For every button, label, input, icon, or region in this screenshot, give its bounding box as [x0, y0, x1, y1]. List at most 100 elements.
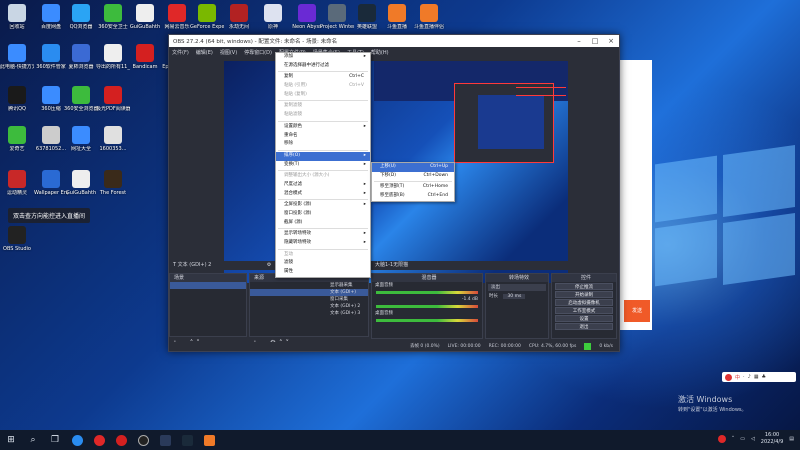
desktop-icon[interactable]: 爱奇艺	[0, 126, 34, 152]
send-button[interactable]: 发送	[624, 300, 650, 322]
menu-item[interactable]: 变换(T) ▸	[276, 161, 370, 170]
desktop-icon[interactable]: GuiGuBahth	[64, 170, 98, 196]
desktop-icon[interactable]: 腾讯QQ	[0, 86, 34, 112]
desktop-icon[interactable]: GuiGuBahth	[128, 4, 162, 30]
douyu-icon[interactable]	[198, 430, 220, 450]
menu-item[interactable]: 属性	[276, 268, 370, 277]
netease-music-icon[interactable]	[88, 430, 110, 450]
desktop-icon[interactable]: 360安全卫士	[96, 4, 130, 30]
app-icon	[72, 170, 90, 188]
task-view-icon[interactable]: ❐	[44, 430, 66, 450]
menu-item[interactable]: 滤镜	[276, 259, 370, 268]
duration-input[interactable]: 30 ms	[503, 294, 526, 299]
desktop-icon[interactable]: 英雄联盟	[350, 4, 384, 30]
menu-item[interactable]: 截屏 (源)	[276, 219, 370, 228]
edge-icon[interactable]	[66, 430, 88, 450]
desktop-icon[interactable]: 63781052...	[34, 126, 68, 152]
menu-file[interactable]: 文件(F)	[172, 49, 189, 56]
exit-button[interactable]: 退出	[555, 323, 613, 330]
desktop-icon[interactable]: 百度网盘	[34, 4, 68, 30]
source-item[interactable]: 文本 (GDI+) 2	[250, 303, 368, 310]
virtual-camera-button[interactable]: 启动虚拟摄像机	[555, 299, 613, 306]
menu-item[interactable]: 显示转场特效 ▸	[276, 230, 370, 239]
menu-item[interactable]: 隐藏转场特效 ▸	[276, 239, 370, 248]
menu-item[interactable]: 窗口投影 (源)	[276, 210, 370, 219]
desktop-icon[interactable]: 原神	[256, 4, 290, 30]
desktop-icon[interactable]: 网易云音乐	[160, 4, 194, 30]
menu-item[interactable]: 上移(U) Ctrl+Up	[372, 163, 454, 172]
desktop-icon[interactable]: Neon Abyss	[290, 4, 324, 30]
desktop-icon[interactable]: QQ浏览器	[64, 4, 98, 30]
menu-help[interactable]: 帮助(H)	[371, 49, 389, 56]
desktop-icon[interactable]: 斗鱼直播伴侣	[412, 4, 446, 30]
desktop-icon[interactable]: 夏柿浏览器	[64, 44, 98, 70]
desktop-icon[interactable]: OBS Studio	[0, 226, 34, 252]
bandicam-icon[interactable]	[110, 430, 132, 450]
clock[interactable]: 16:00 2022/4/9	[761, 432, 783, 446]
lol-icon[interactable]	[176, 430, 198, 450]
menu-item[interactable]: 复制 Ctrl+C	[276, 73, 370, 82]
menu-item[interactable]: 下移(D) Ctrl+Down	[372, 172, 454, 181]
steam-icon[interactable]	[154, 430, 176, 450]
desktop-icon[interactable]: 极光PDF阅读器	[96, 86, 130, 112]
settings-button[interactable]: 设置	[555, 315, 613, 322]
source-item[interactable]: 文本 (GDI+)	[250, 289, 368, 296]
menu-item[interactable]: 尺度过滤 ▸	[276, 181, 370, 190]
scene-item[interactable]	[170, 282, 246, 289]
close-icon[interactable]: ×	[603, 37, 619, 45]
start-button[interactable]: ⊞	[0, 430, 22, 450]
tray-app-icon[interactable]	[717, 435, 726, 443]
desktop-icon[interactable]: 360压缩	[34, 86, 68, 112]
menu-item[interactable]: 排序(O) ▸	[276, 151, 370, 161]
chevron-up-icon[interactable]: ˄	[732, 436, 735, 442]
obs-taskbar-icon[interactable]	[132, 430, 154, 450]
stop-streaming-button[interactable]: 停止推流	[555, 283, 613, 290]
maximize-icon[interactable]: □	[587, 37, 603, 45]
desktop-icon[interactable]: Project Winter	[320, 4, 354, 30]
search-icon[interactable]: ⌕	[22, 430, 44, 450]
ime-skin-icon[interactable]: ♣	[762, 374, 766, 380]
desktop-icon[interactable]: 斗鱼直播	[380, 4, 414, 30]
start-recording-button[interactable]: 开始录制	[555, 291, 613, 298]
menu-item[interactable]: 重命名	[276, 132, 370, 141]
menu-item[interactable]: 移至顶部(T) Ctrl+Home	[372, 183, 454, 192]
menu-item[interactable]: 混合模式 ▸	[276, 190, 370, 199]
minimize-icon[interactable]: –	[571, 37, 587, 45]
desktop-icon[interactable]: 1600353...	[96, 126, 130, 152]
keyboard-icon[interactable]: ▦	[754, 374, 759, 380]
ime-toolbar[interactable]: 中 · ♪ ▦ ♣	[722, 372, 796, 382]
desktop-icon[interactable]: 回收站	[0, 4, 34, 30]
desktop-icon[interactable]: 360安全浏览器	[64, 86, 98, 112]
desktop-icon[interactable]: Wallpaper Engine	[34, 170, 68, 196]
menu-item[interactable]: 添加 ▸	[276, 53, 370, 62]
desktop-icon[interactable]: 360软件管家	[34, 44, 68, 70]
menu-item[interactable]: 设置颜色 ▸	[276, 123, 370, 132]
gear-icon[interactable]: ⚙	[267, 262, 271, 268]
desktop-icon[interactable]: GeForce Experience	[190, 4, 224, 30]
desktop-icon[interactable]: The Forest	[96, 170, 130, 196]
menu-item[interactable]: 移至底部(B) Ctrl+End	[372, 192, 454, 201]
menu-view[interactable]: 视图(V)	[220, 49, 237, 56]
menu-item[interactable]: 在源选择器中进行过滤	[276, 62, 370, 71]
menu-edit[interactable]: 编辑(E)	[196, 49, 213, 56]
source-item[interactable]: 显示器采集	[250, 282, 368, 289]
desktop-icon[interactable]: 此电脑-快捷方式	[0, 44, 34, 70]
menu-item[interactable]: 移除	[276, 140, 370, 149]
studio-mode-button[interactable]: 工作室模式	[555, 307, 613, 314]
desktop-icon[interactable]: 逗动精灵	[0, 170, 34, 196]
desktop-icon[interactable]: 永劫无间	[222, 4, 256, 30]
mic-icon[interactable]: ♪	[748, 374, 751, 380]
transition-select[interactable]: 淡出	[488, 284, 546, 291]
source-item[interactable]: 窗口采集	[250, 296, 368, 303]
desktop-icon[interactable]: Bandicam	[128, 44, 162, 70]
desktop-icon[interactable]: 网址大全	[64, 126, 98, 152]
menu-item[interactable]: 全屏投影 (源) ▸	[276, 201, 370, 210]
network-icon[interactable]: ▭	[740, 436, 745, 442]
ime-mode-label[interactable]: 中	[735, 374, 740, 381]
menu-docks[interactable]: 停靠窗口(D)	[244, 49, 272, 56]
notification-icon[interactable]: ▤	[789, 436, 794, 442]
source-item[interactable]: 文本 (GDI+) 3	[250, 310, 368, 317]
ime-punct-icon[interactable]: ·	[743, 374, 745, 380]
desktop-icon[interactable]: 导出的所有11_14_2022...	[96, 44, 130, 70]
volume-icon[interactable]: ◁	[751, 436, 755, 442]
